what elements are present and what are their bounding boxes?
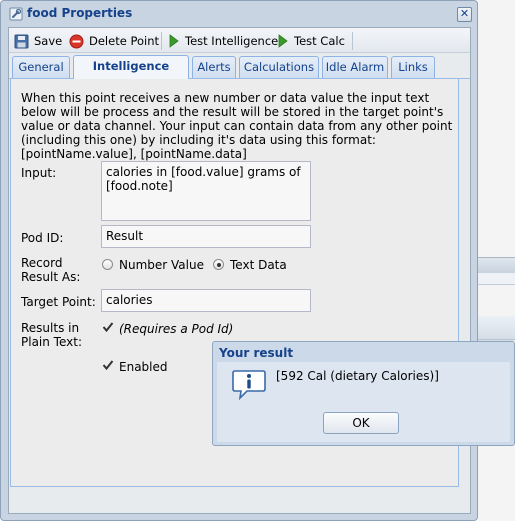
plain-label-line: Plain Text: — [21, 335, 82, 349]
info-bubble-icon — [232, 370, 266, 400]
text-data-radio[interactable] — [213, 259, 224, 270]
background-header-bar — [478, 257, 515, 273]
input-label: Input: — [21, 166, 57, 180]
target-point-label: Target Point: — [21, 295, 96, 309]
background-toolbar-strip — [478, 316, 515, 340]
tab-general[interactable]: General — [12, 56, 70, 78]
tab-calculations[interactable]: Calculations — [239, 56, 319, 78]
delete-point-button[interactable]: Delete Point — [69, 32, 159, 50]
plain-text-note: (Requires a Pod Id) — [119, 322, 234, 336]
test-calc-button[interactable]: Test Calc — [277, 32, 345, 50]
checkmark-icon — [102, 322, 114, 333]
plain-text-label: Results in Plain Text: — [21, 321, 82, 349]
dialog-body: [592 Cal (dietary Calories)] OK — [217, 362, 510, 442]
dialog-message: [592 Cal (dietary Calories)] — [276, 369, 439, 383]
disk-icon — [14, 34, 29, 48]
number-value-radio[interactable] — [102, 259, 113, 270]
dialog-title: Your result — [219, 346, 294, 360]
target-point-value: calories — [106, 293, 153, 307]
play-icon — [169, 34, 179, 48]
background-subheader-bar — [478, 273, 515, 285]
toolbar: Save Delete Point Test Intelligence Test… — [9, 28, 470, 53]
delete-point-label: Delete Point — [89, 34, 159, 48]
wrench-icon — [9, 7, 23, 21]
test-intelligence-button[interactable]: Test Intelligence — [168, 32, 278, 50]
record-result-label: Record Result As: — [21, 256, 80, 284]
input-textarea[interactable]: calories in [food.value] grams of [food.… — [101, 161, 311, 221]
enabled-checkbox[interactable] — [102, 359, 114, 371]
pod-id-label: Pod ID: — [21, 231, 64, 245]
test-intelligence-label: Test Intelligence — [185, 34, 279, 48]
toolbar-separator — [352, 32, 353, 50]
play-icon — [278, 34, 288, 48]
checkmark-icon — [102, 360, 114, 371]
result-dialog: Your result [592 Cal (dietary Calories)]… — [212, 341, 515, 446]
plain-text-checkbox[interactable] — [102, 321, 114, 333]
close-button[interactable]: ✕ — [457, 7, 472, 22]
close-icon: ✕ — [459, 7, 470, 20]
pod-id-value: Result — [106, 229, 144, 243]
enabled-label[interactable]: Enabled — [119, 360, 168, 374]
tab-bar: General Intelligence (beta) Alerts Calcu… — [9, 54, 470, 94]
target-point-field[interactable]: calories — [101, 289, 311, 312]
tab-alerts[interactable]: Alerts — [192, 56, 236, 78]
number-value-label[interactable]: Number Value — [119, 258, 204, 272]
delete-icon — [69, 34, 84, 48]
record-label-line: Result As: — [21, 270, 81, 284]
save-label: Save — [34, 34, 63, 48]
tab-links[interactable]: Links — [391, 56, 435, 78]
plain-label-line: Results in — [21, 321, 80, 335]
save-button[interactable]: Save — [14, 32, 62, 50]
tab-idle-alarm[interactable]: Idle Alarm — [322, 56, 388, 78]
test-calc-label: Test Calc — [294, 34, 345, 48]
text-data-label[interactable]: Text Data — [230, 258, 287, 272]
record-label-line: Record — [21, 256, 63, 270]
ok-button[interactable]: OK — [323, 412, 399, 434]
tab-intelligence[interactable]: Intelligence (beta) — [73, 55, 189, 94]
window-title: food Properties — [27, 6, 133, 20]
pod-id-field[interactable]: Result — [101, 225, 311, 248]
window-titlebar[interactable]: food Properties ✕ — [1, 1, 477, 27]
description-text: When this point receives a new number or… — [21, 91, 453, 161]
toolbar-separator — [161, 32, 162, 50]
input-value-line: [food.note] — [106, 179, 173, 193]
input-value-line: calories in [food.value] grams of — [106, 165, 301, 179]
